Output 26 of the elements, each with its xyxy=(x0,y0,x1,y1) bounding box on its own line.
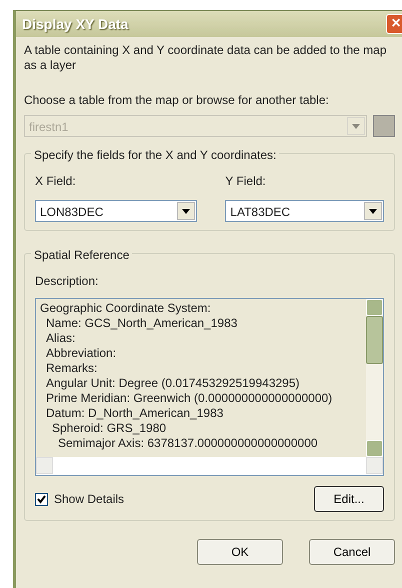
field-label: Y Field: xyxy=(225,173,267,190)
description-line: Remarks: xyxy=(45,361,98,376)
field-dropdown[interactable]: LON83DEC xyxy=(35,200,198,222)
close-button[interactable]: × xyxy=(386,14,402,34)
description-line: Spheroid: GRS_1980 xyxy=(51,421,168,436)
description-line: Name: GCS_North_American_1983 xyxy=(45,316,238,331)
ok-button[interactable]: OK xyxy=(197,539,283,565)
description-line: Prime Meridian: Greenwich (0.000000000000000000) xyxy=(45,391,334,406)
checkmark-icon xyxy=(37,494,46,504)
show-details-checkbox[interactable]: Show Details xyxy=(35,490,124,508)
vertical-scrollbar[interactable] xyxy=(366,299,383,457)
description-line: Angular Unit: Degree (0.017453292519943295) xyxy=(45,376,301,391)
field-dropdown[interactable]: LAT83DEC xyxy=(225,200,384,222)
edit-button[interactable]: Edit... xyxy=(314,486,384,512)
description-line: Alias: xyxy=(45,331,76,346)
table-prompt-label: Choose a table from the map or browse for another table: xyxy=(24,92,330,109)
cancel-button[interactable]: Cancel xyxy=(309,539,395,565)
intro-text: A table containing X and Y coordinate data can be added to the map as a layer xyxy=(24,43,388,73)
description-line: Abbreviation: xyxy=(45,346,118,361)
description-line: Geographic Coordinate System: xyxy=(40,301,212,316)
description-line: Semimajor Axis: 6378137.000000000000000000 xyxy=(57,436,319,451)
window-title: Display XY Data xyxy=(22,14,128,34)
description-label: Description: xyxy=(35,273,100,290)
horizontal-scrollbar[interactable] xyxy=(36,457,383,475)
description-line: Datum: D_North_American_1983 xyxy=(45,406,224,421)
field-label: X Field: xyxy=(35,173,77,190)
